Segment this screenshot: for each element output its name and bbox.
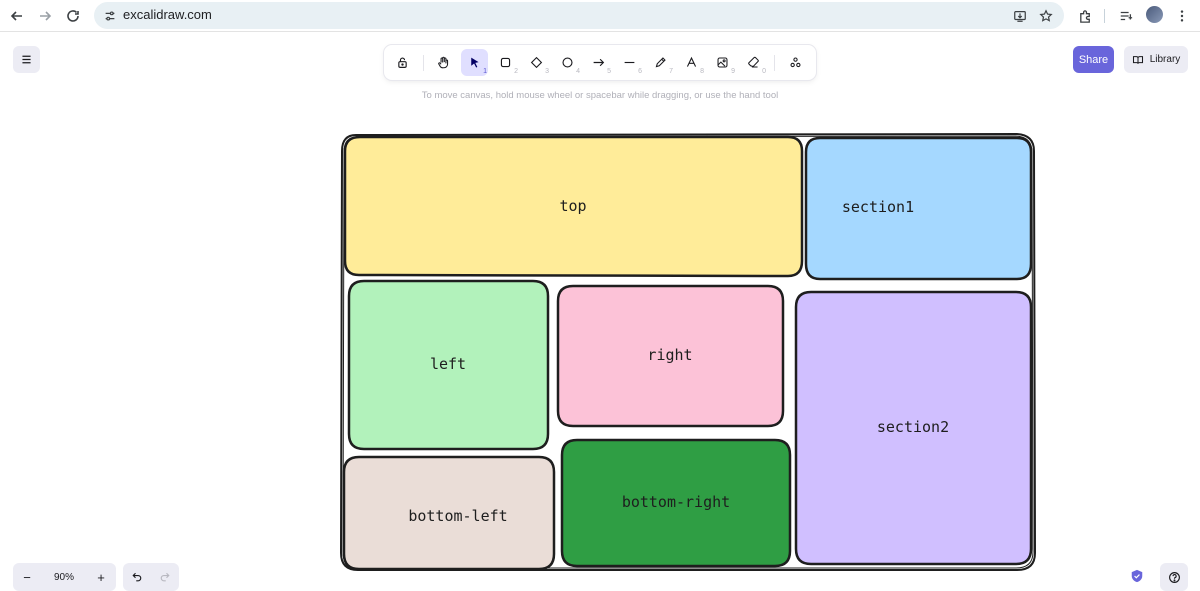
share-button[interactable]: Share bbox=[1073, 46, 1114, 73]
browser-toolbar: excalidraw.com bbox=[0, 0, 1200, 32]
label-section1[interactable]: section1 bbox=[842, 198, 914, 216]
tool-eraser[interactable]: 0 bbox=[740, 49, 767, 76]
bookmark-star-icon[interactable] bbox=[1036, 6, 1056, 26]
question-icon bbox=[1168, 571, 1180, 583]
tool-key-6: 6 bbox=[638, 68, 642, 75]
undo-redo-controls bbox=[123, 563, 179, 591]
tool-key-7: 7 bbox=[669, 68, 673, 75]
label-bottom-right[interactable]: bottom-right bbox=[622, 493, 730, 511]
media-queue-icon[interactable] bbox=[1114, 4, 1138, 28]
image-icon bbox=[717, 57, 728, 68]
rectangle-icon bbox=[500, 57, 511, 68]
label-top[interactable]: top bbox=[559, 197, 586, 215]
hand-icon bbox=[438, 56, 449, 69]
profile-avatar[interactable] bbox=[1146, 6, 1163, 23]
library-button[interactable]: Library bbox=[1124, 46, 1188, 73]
tool-ellipse[interactable]: 4 bbox=[554, 49, 581, 76]
tool-key-2: 2 bbox=[514, 68, 518, 75]
toolbar-divider bbox=[1104, 9, 1105, 23]
tool-arrow[interactable]: 5 bbox=[585, 49, 612, 76]
shape-toolbar: 1 2 3 4 5 6 7 8 9 0 bbox=[384, 45, 816, 80]
tool-text[interactable]: 8 bbox=[678, 49, 705, 76]
label-left[interactable]: left bbox=[430, 355, 466, 373]
ellipse-icon bbox=[562, 57, 573, 68]
cursor-arrow-icon bbox=[471, 57, 479, 68]
install-app-icon[interactable] bbox=[1010, 6, 1030, 26]
tool-image[interactable]: 9 bbox=[709, 49, 736, 76]
shapes-icon bbox=[790, 57, 801, 68]
canvas-hint: To move canvas, hold mouse wheel or spac… bbox=[421, 90, 779, 101]
book-icon bbox=[1132, 55, 1143, 64]
site-info-icon[interactable] bbox=[100, 6, 120, 26]
lock-icon bbox=[398, 57, 407, 68]
label-section2[interactable]: section2 bbox=[877, 418, 949, 436]
drawing-canvas[interactable]: top section1 left right section2 bottom-… bbox=[0, 33, 1200, 583]
tool-key-4: 4 bbox=[576, 68, 580, 75]
main-menu-button[interactable] bbox=[13, 46, 40, 73]
diamond-icon bbox=[530, 56, 543, 69]
encryption-shield-icon[interactable] bbox=[1130, 569, 1144, 583]
zoom-level[interactable]: 90% bbox=[47, 572, 81, 583]
zoom-controls: − 90% + bbox=[13, 563, 116, 591]
tool-more-tools[interactable] bbox=[782, 49, 809, 76]
eraser-icon bbox=[748, 56, 759, 68]
shape-section1 bbox=[804, 136, 1033, 281]
canvas-drawing bbox=[340, 133, 1036, 571]
pencil-icon bbox=[655, 57, 666, 68]
library-label: Library bbox=[1149, 54, 1181, 65]
hamburger-icon bbox=[22, 55, 31, 64]
tool-selection[interactable]: 1 bbox=[461, 49, 488, 76]
tool-draw[interactable]: 7 bbox=[647, 49, 674, 76]
line-icon bbox=[624, 61, 635, 64]
tool-rectangle[interactable]: 2 bbox=[492, 49, 519, 76]
forward-arrow-icon[interactable] bbox=[33, 4, 57, 28]
text-icon bbox=[686, 56, 697, 67]
tool-key-8: 8 bbox=[700, 68, 704, 75]
arrow-icon bbox=[593, 58, 605, 67]
address-bar[interactable]: excalidraw.com bbox=[94, 2, 1064, 29]
more-menu-icon[interactable] bbox=[1170, 4, 1194, 28]
tool-key-1: 1 bbox=[483, 68, 487, 75]
url-text[interactable]: excalidraw.com bbox=[123, 7, 212, 22]
back-arrow-icon[interactable] bbox=[5, 4, 29, 28]
tool-lock[interactable] bbox=[389, 49, 416, 76]
label-bottom-left[interactable]: bottom-left bbox=[408, 507, 507, 525]
label-right[interactable]: right bbox=[647, 346, 692, 364]
tool-key-3: 3 bbox=[545, 68, 549, 75]
tool-key-9: 9 bbox=[731, 68, 735, 75]
extensions-icon[interactable] bbox=[1073, 4, 1097, 28]
tool-diamond[interactable]: 3 bbox=[523, 49, 550, 76]
tool-hand[interactable] bbox=[430, 49, 457, 76]
reload-icon[interactable] bbox=[61, 4, 85, 28]
toolbar-divider bbox=[774, 55, 775, 71]
toolbar-divider bbox=[423, 55, 424, 71]
help-button[interactable] bbox=[1160, 563, 1188, 591]
tool-key-5: 5 bbox=[607, 68, 611, 75]
tool-line[interactable]: 6 bbox=[616, 49, 643, 76]
tool-key-0: 0 bbox=[762, 68, 766, 75]
